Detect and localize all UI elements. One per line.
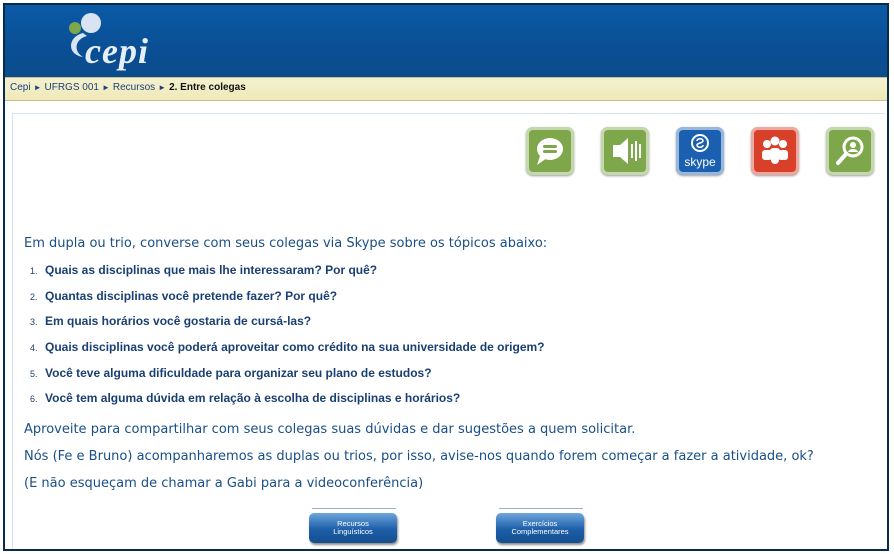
page-frame: cepi Cepi ► UFRGS 001 ► Recursos ► 2. Entre co…: [3, 3, 889, 551]
breadcrumb-separator: ►: [33, 83, 42, 92]
item-text: Você teve alguma dificuldade para organi…: [45, 365, 432, 380]
search-person-button[interactable]: [826, 127, 874, 175]
item-text: Você tem alguma dúvida em relação à esco…: [45, 391, 461, 406]
chat-button[interactable]: [526, 127, 574, 175]
button-label-line2: Linguísticos: [333, 527, 373, 536]
breadcrumb-item-recursos[interactable]: Recursos: [113, 82, 155, 93]
audio-button[interactable]: [601, 127, 649, 175]
button-divider: [499, 508, 583, 509]
list-item: 1. Quais as disciplinas que mais lhe inte…: [30, 263, 545, 289]
button-face: Exercícios Complementares: [496, 513, 584, 543]
item-number: 5.: [30, 368, 38, 379]
group-button[interactable]: [751, 127, 799, 175]
item-number: 2.: [30, 291, 38, 302]
item-text: Quais as disciplinas que mais lhe intere…: [45, 263, 378, 277]
paragraph-share: Aproveite para compartilhar com seus col…: [24, 422, 636, 437]
item-number: 6.: [30, 394, 38, 405]
item-text: Quais disciplinas você poderá aproveitar…: [45, 340, 545, 355]
list-item: 3. Em quais horários você gostaria de cur…: [30, 314, 545, 340]
breadcrumb-separator: ►: [101, 83, 110, 92]
intro-text: Em dupla ou trio, converse com seus cole…: [24, 236, 548, 251]
button-divider: [312, 508, 396, 509]
skype-label: skype: [684, 155, 716, 169]
breadcrumb-item-course[interactable]: UFRGS 001: [45, 82, 99, 93]
item-text: Em quais horários você gostaria de cursá…: [45, 314, 312, 329]
main-content: skype Em dupla ou trio, converse com seu…: [12, 113, 885, 549]
list-item: 5. Você teve alguma dificuldade para orga…: [30, 366, 545, 392]
breadcrumb: Cepi ► UFRGS 001 ► Recursos ► 2. Entre colegas: [5, 77, 887, 101]
logo-text: cepi: [85, 31, 149, 71]
list-item: 2. Quantas disciplinas você pretende faze…: [30, 289, 545, 315]
recursos-linguisticos-button[interactable]: Recursos Linguísticos: [309, 508, 399, 544]
item-text: Quantas disciplinas você pretende fazer?…: [45, 288, 338, 303]
breadcrumb-current: 2. Entre colegas: [169, 82, 246, 93]
audio-icon: [613, 138, 641, 164]
breadcrumb-item-cepi[interactable]: Cepi: [10, 82, 31, 93]
list-item: 6. Você tem alguma dúvida em relação à es…: [30, 391, 545, 417]
skype-button[interactable]: skype: [676, 127, 724, 175]
breadcrumb-separator: ►: [158, 83, 167, 92]
button-face: Recursos Linguísticos: [309, 513, 397, 543]
search-person-icon: [836, 136, 864, 165]
item-number: 1.: [30, 266, 38, 276]
exercicios-complementares-button[interactable]: Exercícios Complementares: [496, 508, 586, 544]
chat-icon: [537, 138, 563, 165]
item-number: 3.: [30, 317, 38, 328]
group-icon: [762, 136, 788, 164]
button-label-line2: Complementares: [511, 527, 569, 536]
question-list: 1. Quais as disciplinas que mais lhe inte…: [30, 263, 545, 417]
header-banner: cepi: [5, 5, 887, 77]
cepi-logo[interactable]: cepi: [57, 11, 187, 69]
paragraph-videoconference: (E não esqueçam de chamar a Gabi para a …: [24, 476, 424, 491]
paragraph-notify: Nós (Fe e Bruno) acompanharemos as dupla…: [24, 449, 814, 464]
list-item: 4. Quais disciplinas você poderá aproveit…: [30, 340, 545, 366]
item-number: 4.: [30, 343, 38, 354]
